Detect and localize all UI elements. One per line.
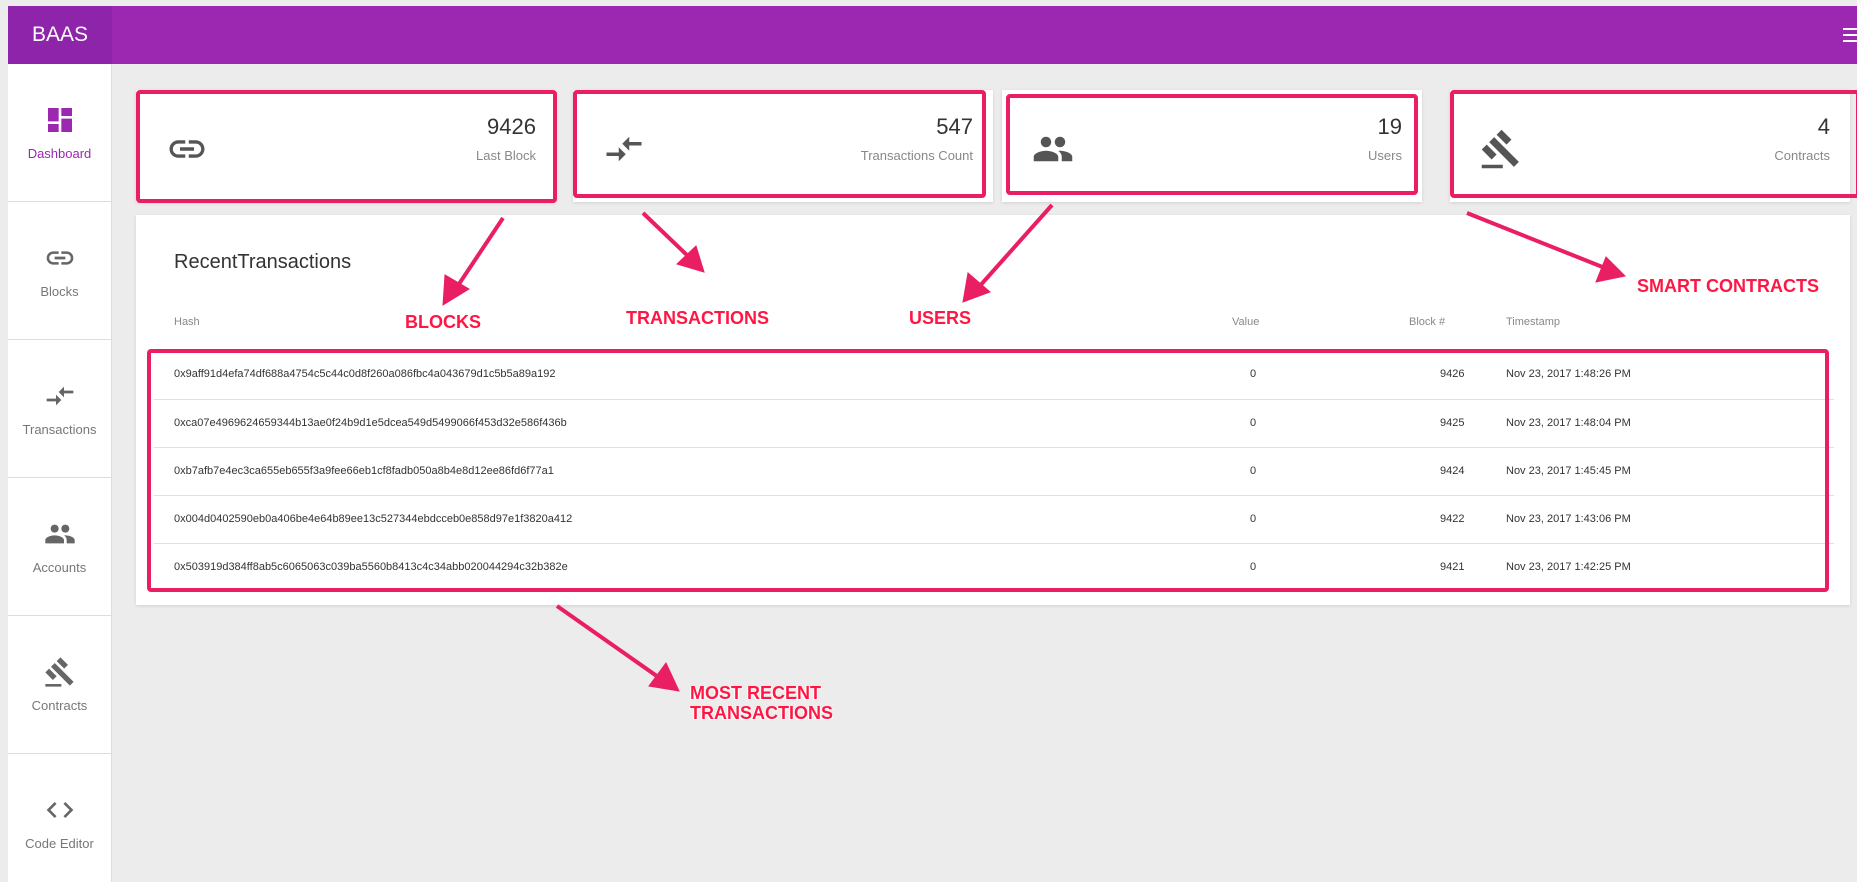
arrow-most-recent bbox=[555, 604, 680, 692]
link-icon bbox=[46, 251, 73, 265]
hash-cell[interactable]: 0xb7afb7e4ec3ca655eb655f3a9fee66eb1cf8fa… bbox=[174, 465, 554, 477]
hash-cell[interactable]: 0xca07e4969624659344b13ae0f24b9d1e5dcea5… bbox=[174, 417, 567, 429]
menu-icon[interactable] bbox=[1843, 28, 1857, 42]
table-row[interactable]: 0xb7afb7e4ec3ca655eb655f3a9fee66eb1cf8fa… bbox=[154, 447, 1834, 495]
value-cell: 0 bbox=[1250, 417, 1257, 429]
stat-label: Users bbox=[1368, 148, 1402, 163]
block-cell[interactable]: 9422 bbox=[1440, 513, 1464, 525]
stat-value: 9426 bbox=[487, 114, 536, 139]
annotation-label-most-recent: MOST RECENT bbox=[690, 683, 822, 703]
block-cell[interactable]: 9421 bbox=[1440, 561, 1464, 573]
sidebar-item-label: Transactions bbox=[22, 422, 97, 437]
panel-title: RecentTransactions bbox=[174, 251, 352, 273]
compare-arrows-icon bbox=[606, 136, 642, 162]
column-header-timestamp[interactable]: Timestamp bbox=[1506, 316, 1560, 328]
stat-label: Last Block bbox=[476, 148, 536, 163]
compare-arrows-icon bbox=[46, 386, 73, 406]
table-row[interactable]: 0x9aff91d4efa74df688a4754c5c44c0d8f260a0… bbox=[154, 351, 1834, 399]
top-app-bar: BAAS bbox=[8, 6, 1857, 64]
people-icon bbox=[44, 524, 75, 544]
sidebar-item-label: Dashboard bbox=[27, 146, 92, 161]
sidebar-item-accounts[interactable]: Accounts bbox=[8, 478, 111, 616]
gavel-icon bbox=[44, 657, 74, 687]
annotation-label-transactions-2: TRANSACTIONS bbox=[690, 703, 833, 723]
sidebar-item-label: Blocks bbox=[40, 284, 79, 299]
stat-card-blocks[interactable]: 9426 Last Block bbox=[136, 90, 556, 202]
stat-label: Transactions Count bbox=[860, 148, 973, 163]
column-header-hash[interactable]: Hash bbox=[174, 316, 200, 328]
sidebar-item-blocks[interactable]: Blocks bbox=[8, 202, 111, 340]
hash-cell[interactable]: 0x9aff91d4efa74df688a4754c5c44c0d8f260a0… bbox=[174, 368, 556, 380]
timestamp-cell: Nov 23, 2017 1:48:26 PM bbox=[1506, 368, 1631, 380]
value-cell: 0 bbox=[1250, 368, 1257, 380]
stat-card-transactions[interactable]: 547 Transactions Count bbox=[573, 90, 993, 202]
annotation-label-smart-contracts: SMART CONTRACTS bbox=[1637, 276, 1819, 296]
stat-card-users[interactable]: 19 Users bbox=[1002, 90, 1422, 202]
link-icon bbox=[169, 140, 205, 158]
column-header-block[interactable]: Block # bbox=[1409, 316, 1445, 328]
timestamp-cell: Nov 23, 2017 1:45:45 PM bbox=[1506, 465, 1631, 477]
sidebar-item-contracts[interactable]: Contracts bbox=[8, 616, 111, 754]
sidebar-item-dashboard[interactable]: Dashboard bbox=[8, 64, 111, 202]
sidebar: Dashboard Blocks Transactions Accounts C… bbox=[8, 64, 112, 882]
dashboard-icon bbox=[47, 108, 72, 132]
sidebar-item-code-editor[interactable]: Code Editor bbox=[8, 754, 111, 882]
value-cell: 0 bbox=[1250, 465, 1257, 477]
stat-value: 4 bbox=[1817, 114, 1830, 139]
timestamp-cell: Nov 23, 2017 1:48:04 PM bbox=[1506, 417, 1631, 429]
column-header-value[interactable]: Value bbox=[1232, 316, 1259, 328]
block-cell[interactable]: 9424 bbox=[1440, 465, 1464, 477]
brand-logo[interactable]: BAAS bbox=[8, 6, 112, 64]
stat-value: 547 bbox=[936, 114, 973, 139]
stat-card-contracts[interactable]: 4 Contracts bbox=[1450, 90, 1850, 202]
table-row[interactable]: 0x004d0402590eb0a406be4e64b89ee13c527344… bbox=[154, 495, 1834, 543]
block-cell[interactable]: 9425 bbox=[1440, 417, 1464, 429]
annotation-label-users: USERS bbox=[909, 308, 972, 328]
sidebar-item-transactions[interactable]: Transactions bbox=[8, 340, 111, 478]
hash-cell[interactable]: 0x004d0402590eb0a406be4e64b89ee13c527344… bbox=[174, 513, 572, 525]
stat-value: 19 bbox=[1377, 114, 1402, 139]
annotation-label-blocks: BLOCKS bbox=[405, 312, 481, 332]
people-icon bbox=[1033, 136, 1073, 162]
stat-label: Contracts bbox=[1774, 148, 1830, 163]
value-cell: 0 bbox=[1250, 513, 1257, 525]
code-icon bbox=[46, 802, 73, 818]
block-cell[interactable]: 9426 bbox=[1440, 368, 1464, 380]
recent-transactions-panel: RecentTransactions Hash Value Block # Ti… bbox=[136, 215, 1850, 605]
sidebar-item-label: Code Editor bbox=[25, 836, 94, 851]
timestamp-cell: Nov 23, 2017 1:42:25 PM bbox=[1506, 561, 1631, 573]
hash-cell[interactable]: 0x503919d384ff8ab5c6065063c039ba5560b841… bbox=[174, 561, 568, 573]
annotation-label-transactions: TRANSACTIONS bbox=[626, 308, 769, 328]
gavel-icon bbox=[1481, 129, 1519, 169]
table-row[interactable]: 0x503919d384ff8ab5c6065063c039ba5560b841… bbox=[154, 543, 1834, 591]
table-row[interactable]: 0xca07e4969624659344b13ae0f24b9d1e5dcea5… bbox=[154, 399, 1834, 447]
sidebar-item-label: Contracts bbox=[31, 698, 88, 713]
sidebar-item-label: Accounts bbox=[32, 560, 87, 575]
timestamp-cell: Nov 23, 2017 1:43:06 PM bbox=[1506, 513, 1631, 525]
value-cell: 0 bbox=[1250, 561, 1257, 573]
